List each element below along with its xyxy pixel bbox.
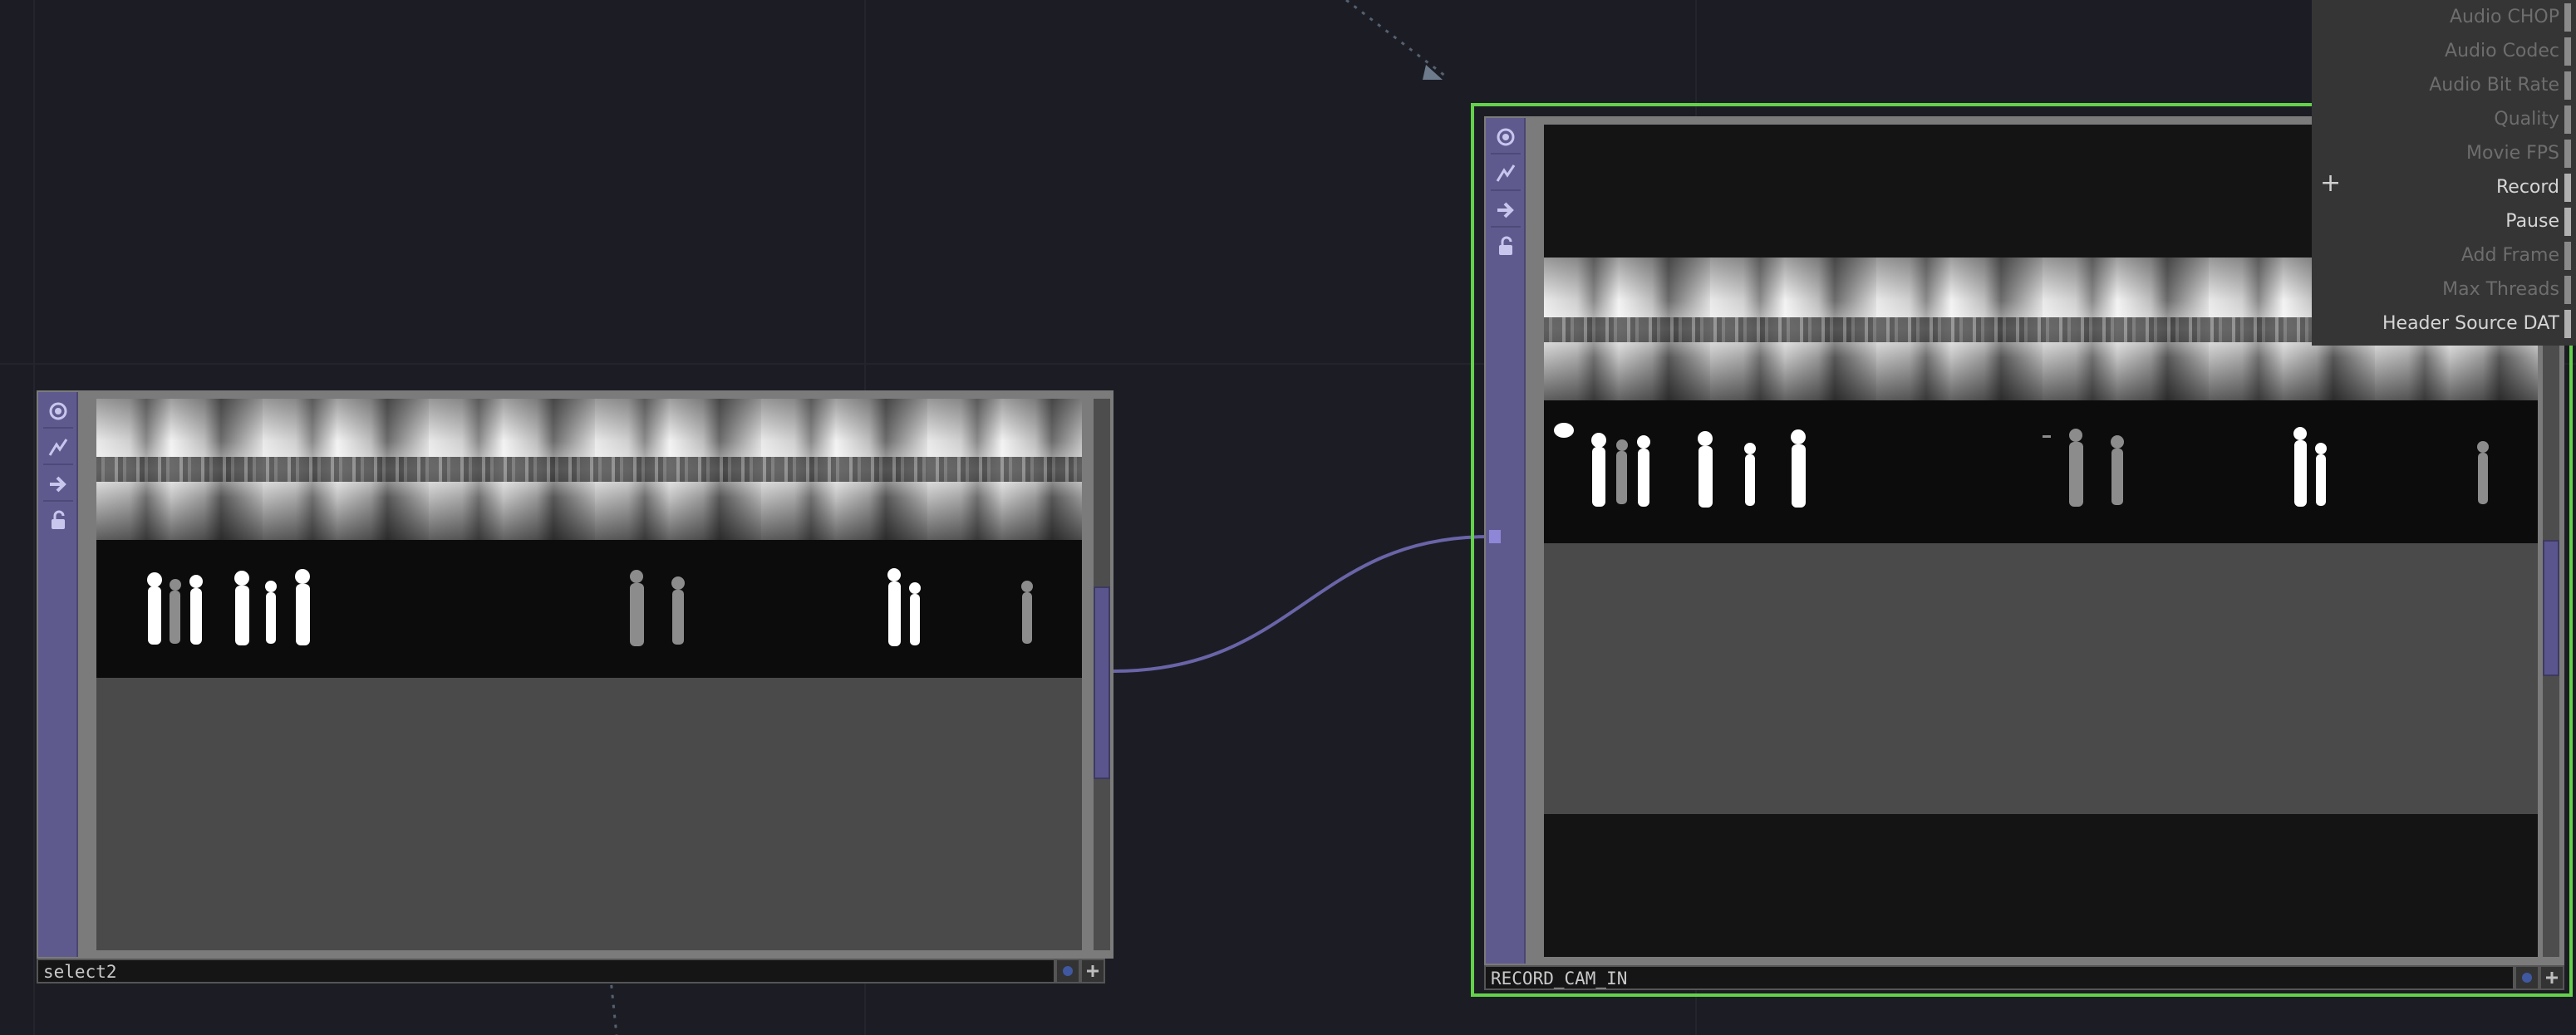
param-add-frame[interactable]: Add Frame [2312, 238, 2563, 272]
bypass-plus-icon[interactable] [2539, 965, 2564, 990]
param-quality[interactable]: Quality [2312, 102, 2563, 136]
parameter-panel: Audio CHOP Audio Codec Audio Bit Rate Qu… [2312, 0, 2576, 346]
node-select2[interactable]: select2 [37, 390, 1113, 987]
node-name-field[interactable]: select2 [37, 959, 1055, 983]
viewer-icon[interactable] [43, 395, 73, 429]
empty-image-area [1544, 543, 2538, 814]
arrow-head-icon [1423, 65, 1443, 80]
node-name-field[interactable]: RECORD_CAM_IN [1484, 965, 2515, 990]
param-pause[interactable]: Pause [2312, 204, 2563, 238]
cook-icon[interactable] [43, 432, 73, 465]
param-audio-bit-rate[interactable]: Audio Bit Rate [2312, 68, 2563, 102]
display-flag-icon[interactable] [1055, 959, 1080, 983]
node-viewer[interactable] [96, 399, 1082, 950]
cook-icon[interactable] [1491, 158, 1521, 191]
param-record[interactable]: Record [2312, 170, 2563, 204]
param-audio-chop[interactable]: Audio CHOP [2312, 0, 2563, 34]
viewer-icon[interactable] [1491, 121, 1521, 155]
silhouette-mask-image [1544, 400, 2538, 543]
lock-icon[interactable] [1491, 231, 1521, 262]
export-icon[interactable] [1491, 194, 1521, 228]
param-max-threads[interactable]: Max Threads [2312, 272, 2563, 307]
empty-image-area [96, 678, 1082, 950]
wire-incoming-top [1345, 0, 1447, 78]
silhouette-mask-image [96, 540, 1082, 678]
param-audio-codec[interactable]: Audio Codec [2312, 34, 2563, 68]
wire-select2-to-record [1113, 535, 1490, 673]
param-movie-fps[interactable]: Movie FPS [2312, 136, 2563, 170]
lock-icon[interactable] [43, 505, 73, 537]
bypass-plus-icon[interactable] [1080, 959, 1105, 983]
display-flag-icon[interactable] [2515, 965, 2539, 990]
export-icon[interactable] [43, 468, 73, 502]
scrollbar-thumb[interactable] [2543, 540, 2559, 676]
param-header-source-dat[interactable]: Header Source DAT [2312, 307, 2563, 341]
input-connector[interactable] [1489, 530, 1501, 543]
scrollbar-thumb[interactable] [1094, 586, 1110, 779]
camera-panorama-image [96, 399, 1082, 540]
node-sidebar [38, 392, 78, 957]
viewer-scrollbar[interactable] [1094, 399, 1110, 950]
